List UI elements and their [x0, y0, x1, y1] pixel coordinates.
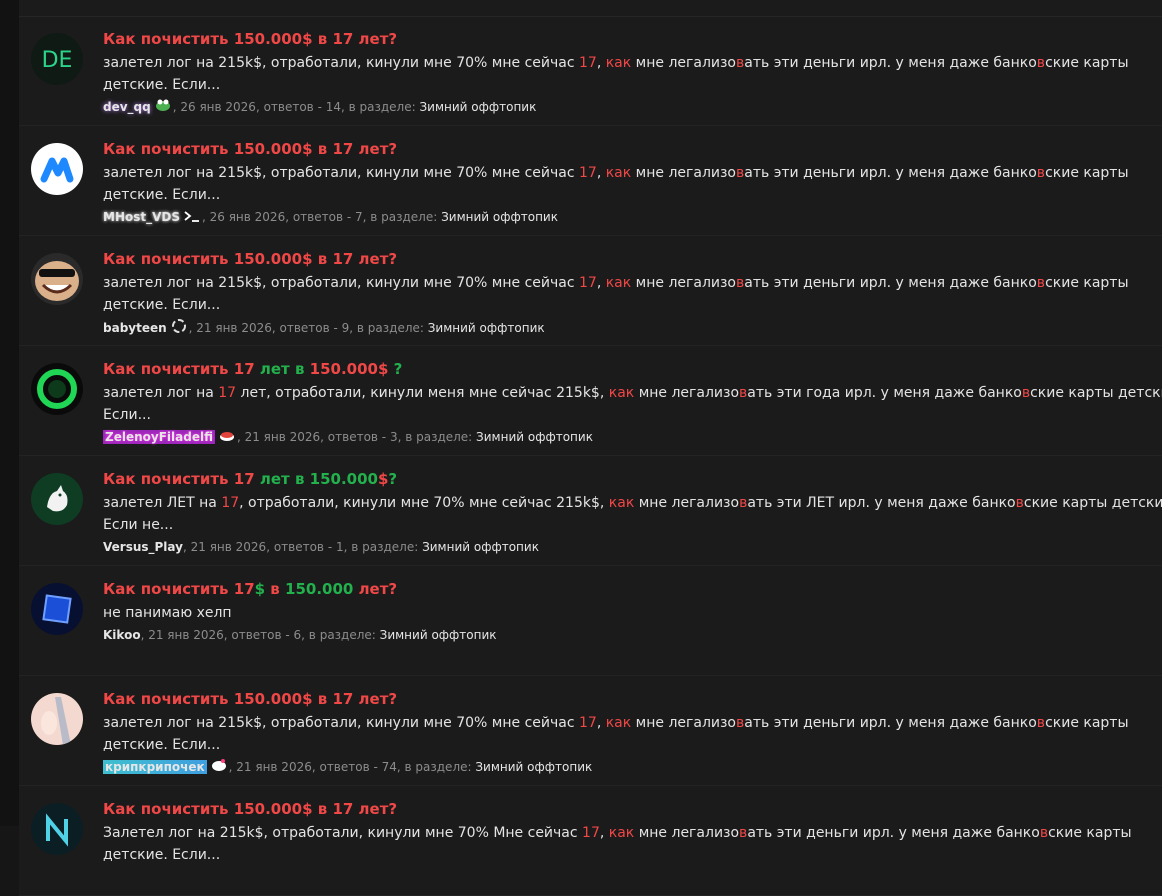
thread-title-link[interactable]: Как почистить 17$ в 150.000 лет? [103, 580, 1162, 599]
post-date-replies: , 21 янв 2026, ответов - 74, в разделе: [228, 760, 476, 774]
post-snippet: залетел лог на 215k$, отработали, кинули… [103, 165, 1129, 203]
username-link[interactable]: крипкрипочек [103, 760, 207, 774]
post-snippet: не панимаю хелп [103, 605, 232, 621]
thread-title-link[interactable]: Как почистить 150.000$ в 17 лет? [103, 690, 1162, 709]
result-content: Как почистить 150.000$ в 17 лет? залетел … [103, 690, 1162, 777]
sushi-icon [219, 429, 235, 447]
post-meta: MHost_VDS , 26 янв 2026, ответов - 7, в р… [103, 208, 1162, 227]
svg-text:DE: DE [42, 48, 73, 73]
terminal-icon [184, 209, 200, 227]
result-content: Как почистить 150.000$ в 17 лет? Залетел … [103, 800, 1162, 866]
search-result-item[interactable]: Как почистить 150.000$ в 17 лет? залетел … [19, 126, 1162, 236]
thread-title-link[interactable]: Как почистить 150.000$ в 17 лет? [103, 140, 1162, 159]
thread-title-link[interactable]: Как почистить 17 лет в 150.000$? [103, 470, 1162, 489]
left-gutter [0, 0, 19, 826]
avatar[interactable] [31, 143, 83, 195]
thread-title-link[interactable]: Как почистить 150.000$ в 17 лет? [103, 250, 1162, 269]
search-result-item[interactable]: Как почистить 17$ в 150.000 лет? не паним… [19, 566, 1162, 676]
post-date-replies: , 21 янв 2026, ответов - 9, в разделе: [188, 321, 428, 335]
post-snippet: залетел ЛЕТ на 17, отработали, кинули мн… [103, 495, 1162, 533]
username-link[interactable]: MHost_VDS [103, 210, 180, 224]
post-snippet: залетел лог на 215k$, отработали, кинули… [103, 715, 1129, 753]
search-result-item[interactable]: DE Как почистить 150.000$ в 17 лет? залете… [19, 16, 1162, 126]
link-icon [171, 318, 187, 339]
result-content: Как почистить 150.000$ в 17 лет? залетел … [103, 30, 1162, 117]
avatar[interactable]: DE [31, 33, 83, 85]
result-content: Как почистить 17 лет в 150.000$? залетел … [103, 470, 1162, 556]
section-link[interactable]: Зимний оффтопик [419, 100, 536, 114]
avatar[interactable] [31, 583, 83, 635]
avatar[interactable] [31, 363, 83, 415]
avatar[interactable] [31, 803, 83, 855]
post-snippet: залетел лог на 215k$, отработали, кинули… [103, 55, 1129, 93]
username-link[interactable]: babyteen [103, 321, 167, 335]
section-link[interactable]: Зимний оффтопик [441, 210, 558, 224]
post-snippet: Залетел лог на 215k$, отработали, кинули… [103, 825, 1132, 863]
thread-title-link[interactable]: Как почистить 150.000$ в 17 лет? [103, 800, 1162, 819]
post-date-replies: , 21 янв 2026, ответов - 1, в разделе: [182, 540, 423, 554]
post-date-replies: , 21 янв 2026, ответов - 3, в разделе: [236, 430, 477, 444]
result-content: Как почистить 17 лет в 150.000$ ? залетел… [103, 360, 1162, 447]
username-link[interactable]: Kikoo [103, 628, 141, 642]
search-result-item[interactable]: Как почистить 17 лет в 150.000$ ? залетел… [19, 346, 1162, 456]
username-link[interactable]: ZelenoyFiladelfi [103, 430, 215, 444]
post-meta: ZelenoyFiladelfi , 21 янв 2026, ответов -… [103, 428, 1162, 447]
frog-icon [155, 98, 171, 117]
username-link[interactable]: Versus_Play [103, 540, 183, 554]
section-link[interactable]: Зимний оффтопик [380, 628, 497, 642]
section-link[interactable]: Зимний оффтопик [475, 760, 592, 774]
post-meta: dev_qq , 26 янв 2026, ответов - 14, в раз… [103, 98, 1162, 117]
avatar[interactable] [31, 253, 83, 305]
hello-kitty-icon [211, 758, 227, 777]
post-date-replies: , 21 янв 2026, ответов - 6, в разделе: [140, 628, 380, 642]
post-meta: Versus_Play, 21 янв 2026, ответов - 1, в… [103, 538, 1162, 556]
search-result-item[interactable]: Как почистить 150.000$ в 17 лет? залетел … [19, 676, 1162, 786]
post-snippet: залетел лог на 215k$, отработали, кинули… [103, 275, 1129, 313]
post-snippet: залетел лог на 17 лет, отработали, кинул… [103, 385, 1162, 423]
post-meta: крипкрипочек , 21 янв 2026, ответов - 74,… [103, 758, 1162, 777]
search-result-item[interactable]: Как почистить 17 лет в 150.000$? залетел … [19, 456, 1162, 566]
post-date-replies: , 26 янв 2026, ответов - 14, в разделе: [172, 100, 420, 114]
result-content: Как почистить 17$ в 150.000 лет? не паним… [103, 580, 1162, 644]
previous-item-edge [19, 0, 1162, 17]
section-link[interactable]: Зимний оффтопик [476, 430, 593, 444]
post-meta: babyteen , 21 янв 2026, ответов - 9, в ра… [103, 318, 1162, 339]
section-link[interactable]: Зимний оффтопик [422, 540, 539, 554]
search-result-item[interactable]: Как почистить 150.000$ в 17 лет? Залетел … [19, 786, 1162, 896]
thread-title-link[interactable]: Как почистить 150.000$ в 17 лет? [103, 30, 1162, 49]
search-result-item[interactable]: Как почистить 150.000$ в 17 лет? залетел … [19, 236, 1162, 346]
thread-title-link[interactable]: Как почистить 17 лет в 150.000$ ? [103, 360, 1162, 379]
search-results-feed: DE Как почистить 150.000$ в 17 лет? залете… [19, 16, 1162, 896]
username-link[interactable]: dev_qq [103, 100, 151, 114]
avatar[interactable] [31, 693, 83, 745]
post-meta: Kikoo, 21 янв 2026, ответов - 6, в разде… [103, 626, 1162, 644]
post-date-replies: , 26 янв 2026, ответов - 7, в разделе: [202, 210, 442, 224]
section-link[interactable]: Зимний оффтопик [428, 321, 545, 335]
avatar[interactable] [31, 473, 83, 525]
result-content: Как почистить 150.000$ в 17 лет? залетел … [103, 140, 1162, 227]
result-content: Как почистить 150.000$ в 17 лет? залетел … [103, 250, 1162, 339]
